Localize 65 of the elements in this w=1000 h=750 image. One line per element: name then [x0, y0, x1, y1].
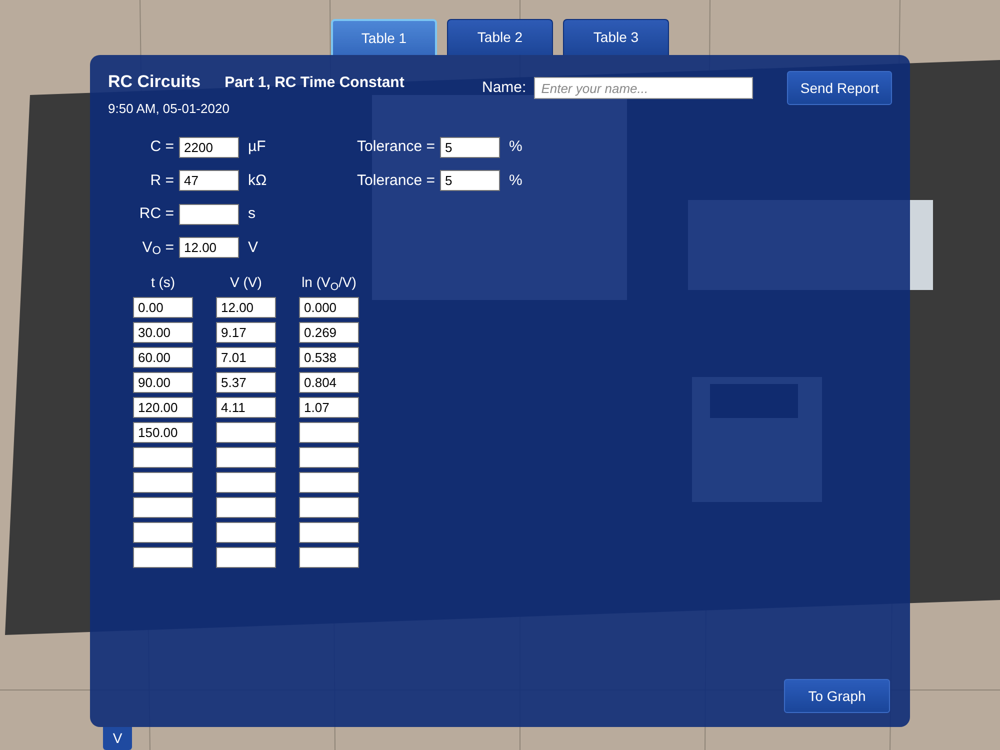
table-cell-field[interactable]: 0.804 [299, 372, 359, 393]
column-header: V (V) [229, 273, 263, 292]
table-cell-field[interactable] [216, 447, 276, 468]
table-cell-field[interactable] [299, 447, 359, 468]
tab[interactable]: Table 1 [331, 19, 437, 55]
table-cell-field[interactable] [133, 547, 193, 568]
table-cell-field[interactable]: 12.00 [216, 297, 276, 318]
value-field[interactable]: 47 [179, 170, 239, 192]
quantity-label: R = [149, 170, 174, 190]
app-title: RC Circuits [108, 71, 201, 93]
table-cell-field[interactable]: 60.00 [133, 347, 193, 368]
table-cell-field[interactable] [133, 522, 193, 543]
table-cell-field[interactable] [299, 472, 359, 493]
table-cell-field[interactable]: 30.00 [133, 322, 193, 343]
tab[interactable]: Table 2 [447, 19, 553, 55]
tolerance-label: Tolerance = [356, 170, 435, 190]
table-cell-field[interactable] [216, 547, 276, 568]
table-cell-field[interactable] [216, 422, 276, 443]
table-cell-field[interactable]: 0.000 [299, 297, 359, 318]
unit-label: s [247, 204, 256, 224]
unit-label: kΩ [247, 170, 268, 190]
table-cell-field[interactable] [299, 422, 359, 443]
tab[interactable]: Table 3 [563, 19, 669, 55]
table-cell-field[interactable] [299, 522, 359, 543]
table-cell-field[interactable]: 90.00 [133, 372, 193, 393]
quantity-label: RC = [138, 204, 174, 224]
table-cell-field[interactable] [133, 447, 193, 468]
table-cell-field[interactable]: 0.269 [299, 322, 359, 343]
table-cell-field[interactable] [299, 547, 359, 568]
table-cell-field[interactable]: 7.01 [216, 347, 276, 368]
name-label: Name: [482, 78, 526, 98]
value-field[interactable]: 2200 [179, 136, 239, 158]
table-cell-field[interactable] [299, 497, 359, 518]
send-report-button[interactable]: Send Report [787, 71, 892, 105]
table-cell-field[interactable] [216, 497, 276, 518]
value-field[interactable] [179, 204, 239, 225]
table-cell-field[interactable] [133, 497, 193, 518]
section-title: Part 1, RC Time Constant [224, 73, 404, 93]
table-cell-field[interactable] [133, 472, 193, 493]
column-header: t (s) [150, 273, 176, 292]
unit-label: V [247, 238, 260, 258]
table-cell-field[interactable]: 5.37 [216, 372, 276, 393]
unit-label: µF [247, 137, 267, 157]
table-cell-field[interactable]: 1.07 [299, 397, 359, 418]
table-cell-field[interactable] [216, 522, 276, 543]
collapse-button[interactable]: V [103, 727, 132, 750]
table-cell-field[interactable] [216, 472, 276, 493]
quantity-label: C = [149, 137, 174, 157]
table-cell-field[interactable]: 9.17 [216, 322, 276, 343]
to-graph-button[interactable]: To Graph [784, 679, 890, 713]
table-cell-field[interactable]: 0.538 [299, 347, 359, 368]
table-cell-field[interactable]: 4.11 [216, 397, 276, 418]
name-field[interactable]: Enter your name... [534, 77, 754, 100]
tolerance-label: Tolerance = [356, 137, 435, 157]
table-cell-field[interactable]: 120.00 [133, 397, 193, 418]
value-field[interactable]: 12.00 [179, 237, 239, 258]
table-cell-field[interactable]: 150.00 [133, 422, 193, 443]
table-cell-field[interactable]: 0.00 [133, 297, 193, 318]
timestamp: 9:50 AM, 05-01-2020 [108, 100, 230, 118]
percent-label: % [508, 137, 524, 157]
percent-label: % [508, 170, 524, 190]
column-header: ln (V$_{O}$/V) [300, 273, 358, 293]
tolerance-field[interactable]: 5 [440, 136, 500, 158]
quantity-label: V$_{O}$ = [141, 238, 174, 259]
tolerance-field[interactable]: 5 [440, 170, 500, 192]
